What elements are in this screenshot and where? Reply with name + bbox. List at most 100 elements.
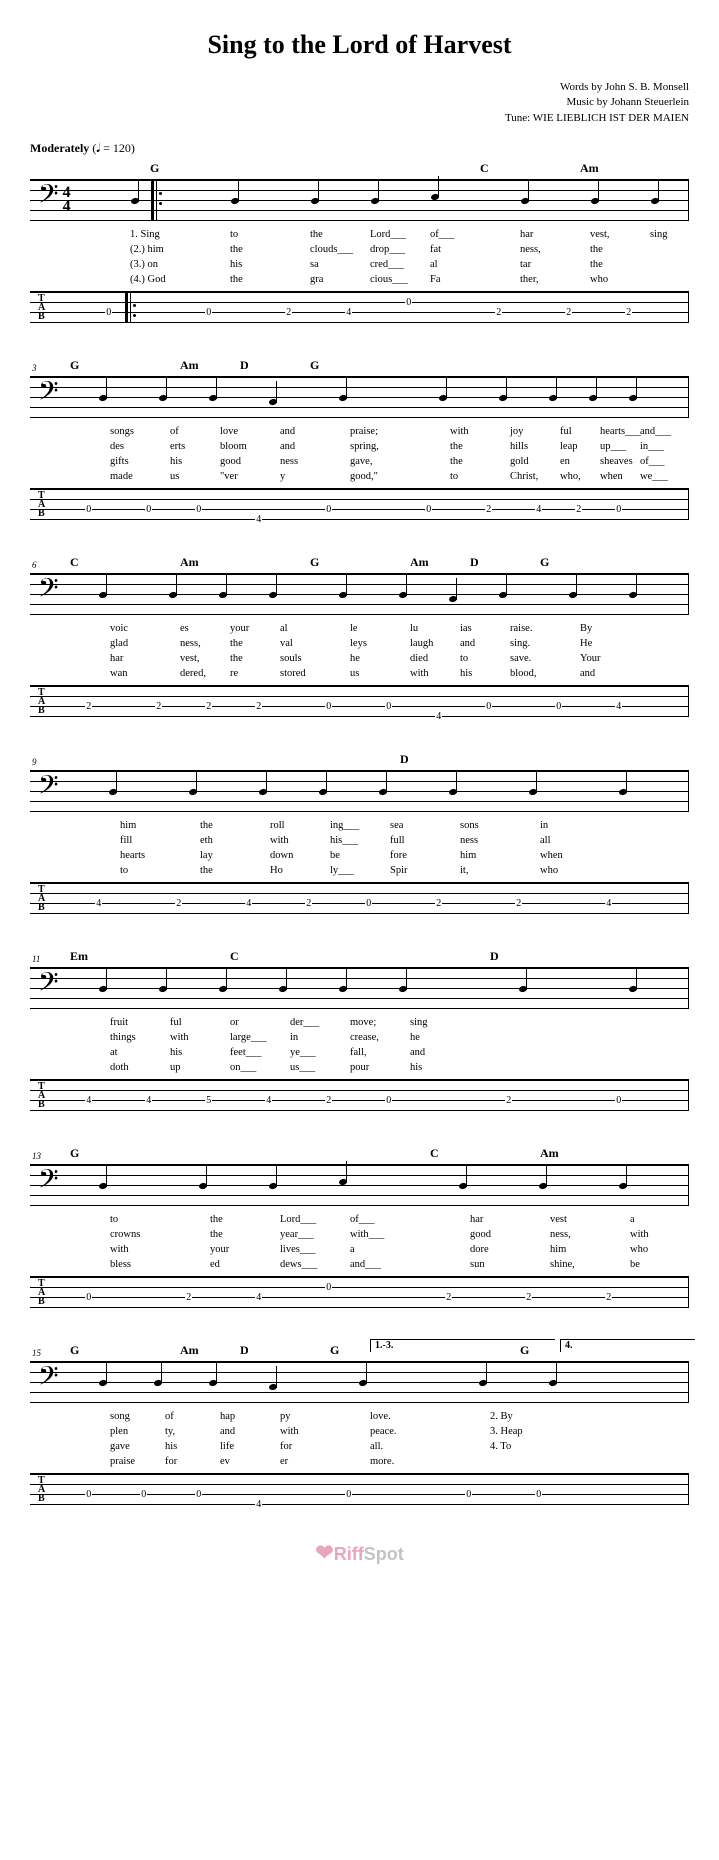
volta-bracket: 4. <box>560 1339 695 1352</box>
lyric-syllable: it, <box>460 863 468 879</box>
lyric-syllable: leys <box>350 636 367 652</box>
bass-clef: 𝄢 <box>38 1363 59 1395</box>
lyric-syllable: lu <box>410 621 418 637</box>
lyric-syllable: re <box>230 666 238 682</box>
lyric-line: harvest,thesoulshediedtosave.Your <box>80 651 689 666</box>
lyric-syllable: at <box>110 1045 118 1061</box>
lyric-syllable: with <box>110 1242 129 1258</box>
lyric-syllable: the <box>310 227 323 243</box>
lyric-syllable: good <box>220 454 241 470</box>
lyric-syllable: when <box>540 848 563 864</box>
tab-number: 2 <box>625 308 632 318</box>
lyric-syllable: in___ <box>640 439 664 455</box>
lyric-line: himtherolling___seasonsin <box>80 818 689 833</box>
lyric-line: praiseforevermore. <box>80 1454 689 1469</box>
lyric-syllable: le <box>350 621 358 637</box>
measure-number: 9 <box>32 757 37 767</box>
lyric-syllable: to <box>460 651 468 667</box>
music-staff: 11𝄢 <box>30 967 689 1009</box>
lyric-syllable: made <box>110 469 133 485</box>
lyric-syllable: your <box>210 1242 229 1258</box>
lyric-syllable: ev <box>220 1454 230 1470</box>
lyric-syllable: who <box>590 272 608 288</box>
lyric-syllable: who, <box>560 469 581 485</box>
music-system: GAmDGG1.-3.4.15𝄢songofhappylove.2. Byple… <box>30 1343 689 1505</box>
chord-symbol: D <box>240 358 249 373</box>
tab-staff: TAB42420224 <box>30 882 689 914</box>
chord-row: GAmDGG1.-3.4. <box>30 1343 689 1357</box>
chord-row: CAmGAmDG <box>30 555 689 569</box>
chord-symbol: D <box>470 555 479 570</box>
lyric-syllable: in <box>290 1030 298 1046</box>
lyric-line: dothupon___us___pourhis <box>80 1060 689 1075</box>
chord-symbol: Em <box>70 949 88 964</box>
lyric-syllable: gave, <box>350 454 372 470</box>
chord-symbol: D <box>400 752 409 767</box>
lyric-syllable: lay <box>200 848 213 864</box>
lyric-syllable: and <box>280 439 295 455</box>
tempo-marking: Moderately (𝅘𝅥 = 120) <box>30 141 689 156</box>
measure-number: 13 <box>32 1151 41 1161</box>
lyric-syllable: on___ <box>230 1060 256 1076</box>
lyric-syllable: sons <box>460 818 479 834</box>
lyric-line: songofhappylove.2. By <box>80 1409 689 1424</box>
lyric-syllable: er <box>280 1454 288 1470</box>
lyric-syllable: with <box>450 424 469 440</box>
time-signature: 44 <box>63 186 71 215</box>
lyric-syllable: when <box>600 469 623 485</box>
lyric-syllable: things <box>110 1030 136 1046</box>
tab-number: 0 <box>85 505 92 515</box>
lyric-syllable: sa <box>310 257 319 273</box>
tab-number: 0 <box>85 1490 92 1500</box>
lyric-syllable: who <box>540 863 558 879</box>
tab-number: 0 <box>140 1490 147 1500</box>
lyric-syllable: move; <box>350 1015 376 1031</box>
lyric-syllable: es <box>180 621 189 637</box>
tab-label: TAB <box>38 1082 45 1109</box>
tab-label: TAB <box>38 688 45 715</box>
lyric-syllable: shine, <box>550 1257 575 1273</box>
lyric-line: voicesyouralleluiasraise.By <box>80 621 689 636</box>
lyric-syllable: (2.) him <box>130 242 164 258</box>
tab-label: TAB <box>38 885 45 912</box>
tab-number: 0 <box>325 505 332 515</box>
chord-symbol: Am <box>180 358 199 373</box>
lyric-syllable: we___ <box>640 469 668 485</box>
lyric-syllable: and <box>410 1045 425 1061</box>
chord-symbol: G <box>540 555 549 570</box>
lyric-syllable: ness, <box>550 1227 571 1243</box>
lyric-syllable: val <box>280 636 293 652</box>
lyric-syllable: gave <box>110 1439 130 1455</box>
chord-symbol: Am <box>180 1343 199 1358</box>
lyric-syllable: laugh <box>410 636 433 652</box>
lyric-line: gavehislifeforall.4. To <box>80 1439 689 1454</box>
lyric-syllable: and <box>220 1424 235 1440</box>
lyric-syllable: raise. <box>510 621 532 637</box>
music-system: GCAm𝄢441. SingtotheLord___of___harvest,s… <box>30 161 689 323</box>
lyric-syllable: with___ <box>350 1227 384 1243</box>
tab-number: 4 <box>255 1500 262 1510</box>
tab-number: 0 <box>485 702 492 712</box>
lyric-syllable: (3.) on <box>130 257 158 273</box>
tab-number: 0 <box>535 1490 542 1500</box>
tab-number: 0 <box>325 702 332 712</box>
chord-symbol: C <box>480 161 489 176</box>
tab-number: 4 <box>95 899 102 909</box>
tab-number: 0 <box>385 702 392 712</box>
lyric-syllable: har <box>110 651 123 667</box>
lyric-syllable: sun <box>470 1257 485 1273</box>
tab-label: TAB <box>38 1476 45 1503</box>
lyric-syllable: of___ <box>430 227 455 243</box>
tab-number: 4 <box>255 1293 262 1303</box>
lyric-syllable: ness, <box>520 242 541 258</box>
lyric-syllable: Fa <box>430 272 441 288</box>
credits: Words by John S. B. Monsell Music by Joh… <box>30 80 689 126</box>
lyrics-block: voicesyouralleluiasraise.Bygladness,thev… <box>30 621 689 681</box>
lyric-syllable: up <box>170 1060 181 1076</box>
lyric-syllable: for <box>280 1439 292 1455</box>
lyric-line: withyourlives___adorehimwho <box>80 1242 689 1257</box>
lyric-syllable: al <box>280 621 288 637</box>
tab-number: 2 <box>85 702 92 712</box>
lyric-syllable: glad <box>110 636 128 652</box>
lyric-syllable: souls <box>280 651 302 667</box>
